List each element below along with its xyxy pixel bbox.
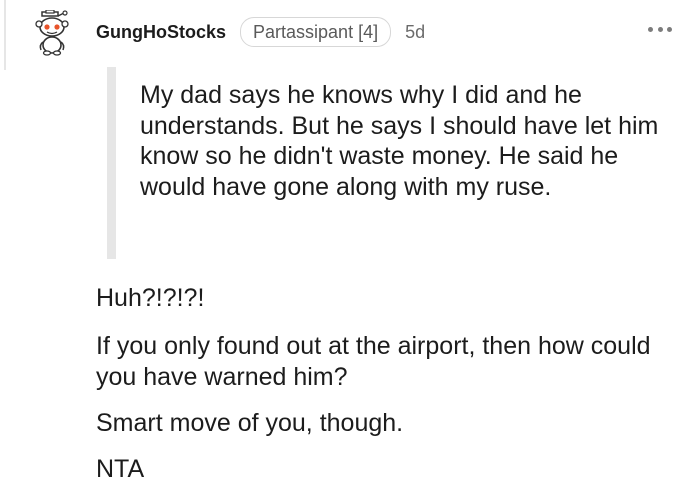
user-avatar[interactable]	[34, 9, 78, 56]
comment-header: GungHoStocks Partassipant [4] 5d	[96, 17, 425, 47]
quote-text: My dad says he knows why I did and he un…	[140, 81, 659, 201]
more-options-button[interactable]	[648, 24, 672, 34]
more-options-icon	[657, 26, 663, 32]
username-link[interactable]: GungHoStocks	[96, 22, 226, 43]
user-flair: Partassipant [4]	[240, 17, 392, 47]
thread-line[interactable]	[4, 0, 6, 70]
comment-paragraph: If you only found out at the airport, th…	[96, 332, 651, 391]
comment-paragraph: Smart move of you, though.	[96, 409, 404, 437]
comment-paragraph: Huh?!?!?!	[96, 284, 205, 312]
quote-bar	[107, 67, 116, 259]
comment-paragraph: NTA	[96, 455, 145, 483]
more-options-icon	[667, 26, 672, 32]
snoo-avatar-icon	[35, 9, 69, 56]
comment-age[interactable]: 5d	[405, 22, 425, 43]
blockquote: My dad says he knows why I did and he un…	[107, 67, 667, 259]
more-options-icon	[648, 26, 653, 32]
